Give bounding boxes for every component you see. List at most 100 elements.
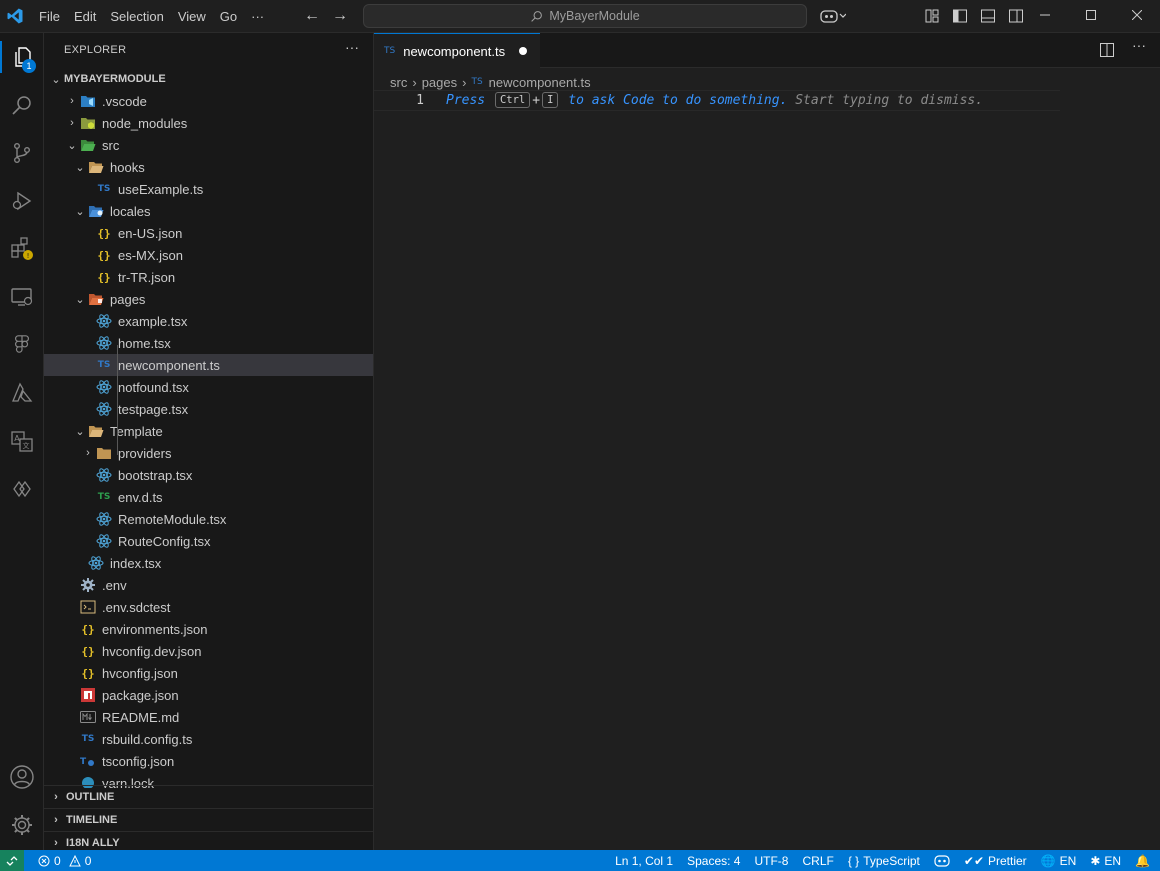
svg-text:T: T [80, 757, 87, 767]
breadcrumb-file[interactable]: newcomponent.ts [489, 75, 591, 90]
tree-item-label: testpage.tsx [118, 401, 189, 417]
tree-item[interactable]: .env [44, 574, 373, 596]
activity-accounts[interactable] [0, 755, 44, 799]
tsconfig-icon: T [80, 753, 96, 769]
chevron-right-icon: › [70, 117, 74, 129]
tree-item[interactable]: {} tr-TR.json [44, 266, 373, 288]
end-of-line[interactable]: CRLF [802, 854, 833, 868]
tab-newcomponent[interactable]: TS newcomponent.ts [374, 33, 540, 68]
tree-item[interactable]: RouteConfig.tsx [44, 530, 373, 552]
tree-item[interactable]: package.json [44, 684, 373, 706]
tree-item[interactable]: {} es-MX.json [44, 244, 373, 266]
activity-azure[interactable] [0, 371, 44, 415]
tree-item-label: tsconfig.json [102, 753, 175, 769]
code-line-1[interactable]: 1 Press Ctrl + I to ask Code to do somethi… [374, 90, 1060, 111]
language-mode[interactable]: { } TypeScript [848, 854, 920, 868]
command-center-search[interactable]: MyBayerModule [363, 4, 807, 28]
activity-search[interactable] [0, 83, 44, 127]
hint-ask-code[interactable]: to ask Code to do something. [568, 93, 787, 108]
layout-controls [924, 8, 1024, 24]
activity-explorer[interactable]: 1 [0, 35, 44, 79]
copilot-menu[interactable] [820, 8, 847, 27]
activity-run-debug[interactable] [0, 179, 44, 223]
menu-edit[interactable]: Edit [67, 9, 103, 24]
copilot-status[interactable] [934, 854, 950, 867]
tree-item[interactable]: ⌄ Template [44, 420, 373, 442]
explorer-more-actions[interactable]: ··· [345, 39, 359, 55]
tree-item[interactable]: index.tsx [44, 552, 373, 574]
tree-item[interactable]: {} en-US.json [44, 222, 373, 244]
maximize-button[interactable] [1068, 0, 1114, 30]
notifications-bell-icon[interactable]: 🔔 [1135, 854, 1150, 868]
customize-layout-icon[interactable] [924, 8, 940, 24]
i18n-source-language[interactable]: ✱ EN [1090, 854, 1121, 868]
activity-manage[interactable] [0, 803, 44, 847]
react-icon [96, 533, 112, 549]
tree-item[interactable]: example.tsx [44, 310, 373, 332]
back-arrow-icon[interactable]: ← [304, 7, 320, 25]
minimize-button[interactable] [1022, 0, 1068, 30]
tree-item[interactable]: TS newcomponent.ts [44, 354, 373, 376]
outline-panel-header[interactable]: › OUTLINE [44, 785, 373, 808]
tree-item[interactable]: TS env.d.ts [44, 486, 373, 508]
problems-indicator[interactable]: 0 0 [38, 854, 91, 868]
tree-item[interactable]: ⌄ hooks [44, 156, 373, 178]
tree-item[interactable]: {} hvconfig.dev.json [44, 640, 373, 662]
tree-item[interactable]: ⌄ pages [44, 288, 373, 310]
typescript-file-icon: TS [384, 46, 396, 56]
tree-item[interactable]: TS rsbuild.config.ts [44, 728, 373, 750]
activity-source-control[interactable] [0, 131, 44, 175]
tree-item[interactable]: notfound.tsx [44, 376, 373, 398]
menu-file[interactable]: File [32, 9, 67, 24]
minimize-icon [1040, 14, 1050, 16]
tree-item[interactable]: › .vscode [44, 90, 373, 112]
menu-go[interactable]: Go [213, 9, 244, 24]
activity-extensions[interactable]: ! [0, 227, 44, 271]
menu-view[interactable]: View [171, 9, 213, 24]
remote-indicator[interactable] [0, 850, 24, 871]
workspace-root-label: MYBAYERMODULE [64, 73, 166, 85]
unsaved-dot-icon[interactable] [519, 47, 528, 55]
toggle-panel-icon[interactable] [980, 8, 996, 24]
tree-item[interactable]: Ttsconfig.json [44, 750, 373, 772]
tree-item[interactable]: README.md [44, 706, 373, 728]
react-icon [96, 467, 112, 483]
close-button[interactable] [1114, 0, 1160, 30]
tree-item[interactable]: ⌄ locales [44, 200, 373, 222]
tree-item[interactable]: TS useExample.ts [44, 178, 373, 200]
tree-item[interactable]: {} hvconfig.json [44, 662, 373, 684]
activity-unknown-extension[interactable] [0, 467, 44, 511]
kbd-ctrl: Ctrl [494, 92, 531, 108]
activity-figma[interactable] [0, 323, 44, 367]
toggle-primary-sidebar-icon[interactable] [952, 8, 968, 24]
i18n-display-language[interactable]: 🌐 EN [1041, 854, 1077, 868]
menu-more[interactable]: ··· [244, 9, 271, 24]
prettier-status[interactable]: ✔✔ Prettier [964, 854, 1027, 868]
tree-item[interactable]: .env.sdctest [44, 596, 373, 618]
extensions-icon: ! [11, 237, 33, 260]
encoding[interactable]: UTF-8 [754, 854, 788, 868]
workspace-root[interactable]: ⌄ MYBAYERMODULE [44, 68, 373, 90]
tree-item[interactable]: home.tsx [44, 332, 373, 354]
activity-remote-explorer[interactable] [0, 275, 44, 319]
indentation[interactable]: Spaces: 4 [687, 854, 740, 868]
i18n-ally-panel-header[interactable]: › I18N ALLY [44, 831, 373, 850]
breadcrumb-src[interactable]: src [390, 75, 407, 90]
tree-item[interactable]: bootstrap.tsx [44, 464, 373, 486]
menu-selection[interactable]: Selection [103, 9, 170, 24]
activity-i18n-ally[interactable]: A文 [0, 419, 44, 463]
tree-item[interactable]: RemoteModule.tsx [44, 508, 373, 530]
timeline-panel-header[interactable]: › TIMELINE [44, 808, 373, 831]
cursor-position[interactable]: Ln 1, Col 1 [615, 854, 673, 868]
tree-item[interactable]: › providers [44, 442, 373, 464]
breadcrumb-pages[interactable]: pages [422, 75, 457, 90]
forward-arrow-icon[interactable]: → [332, 7, 348, 25]
split-editor-icon[interactable] [1100, 43, 1114, 57]
tree-item[interactable]: › node_modules [44, 112, 373, 134]
tree-item[interactable]: {} environments.json [44, 618, 373, 640]
chevron-down-icon: ⌄ [51, 73, 61, 86]
svg-text:A: A [14, 434, 20, 443]
more-actions-icon[interactable]: ··· [1132, 37, 1146, 57]
tree-item[interactable]: ⌄ src [44, 134, 373, 156]
tree-item[interactable]: testpage.tsx [44, 398, 373, 420]
